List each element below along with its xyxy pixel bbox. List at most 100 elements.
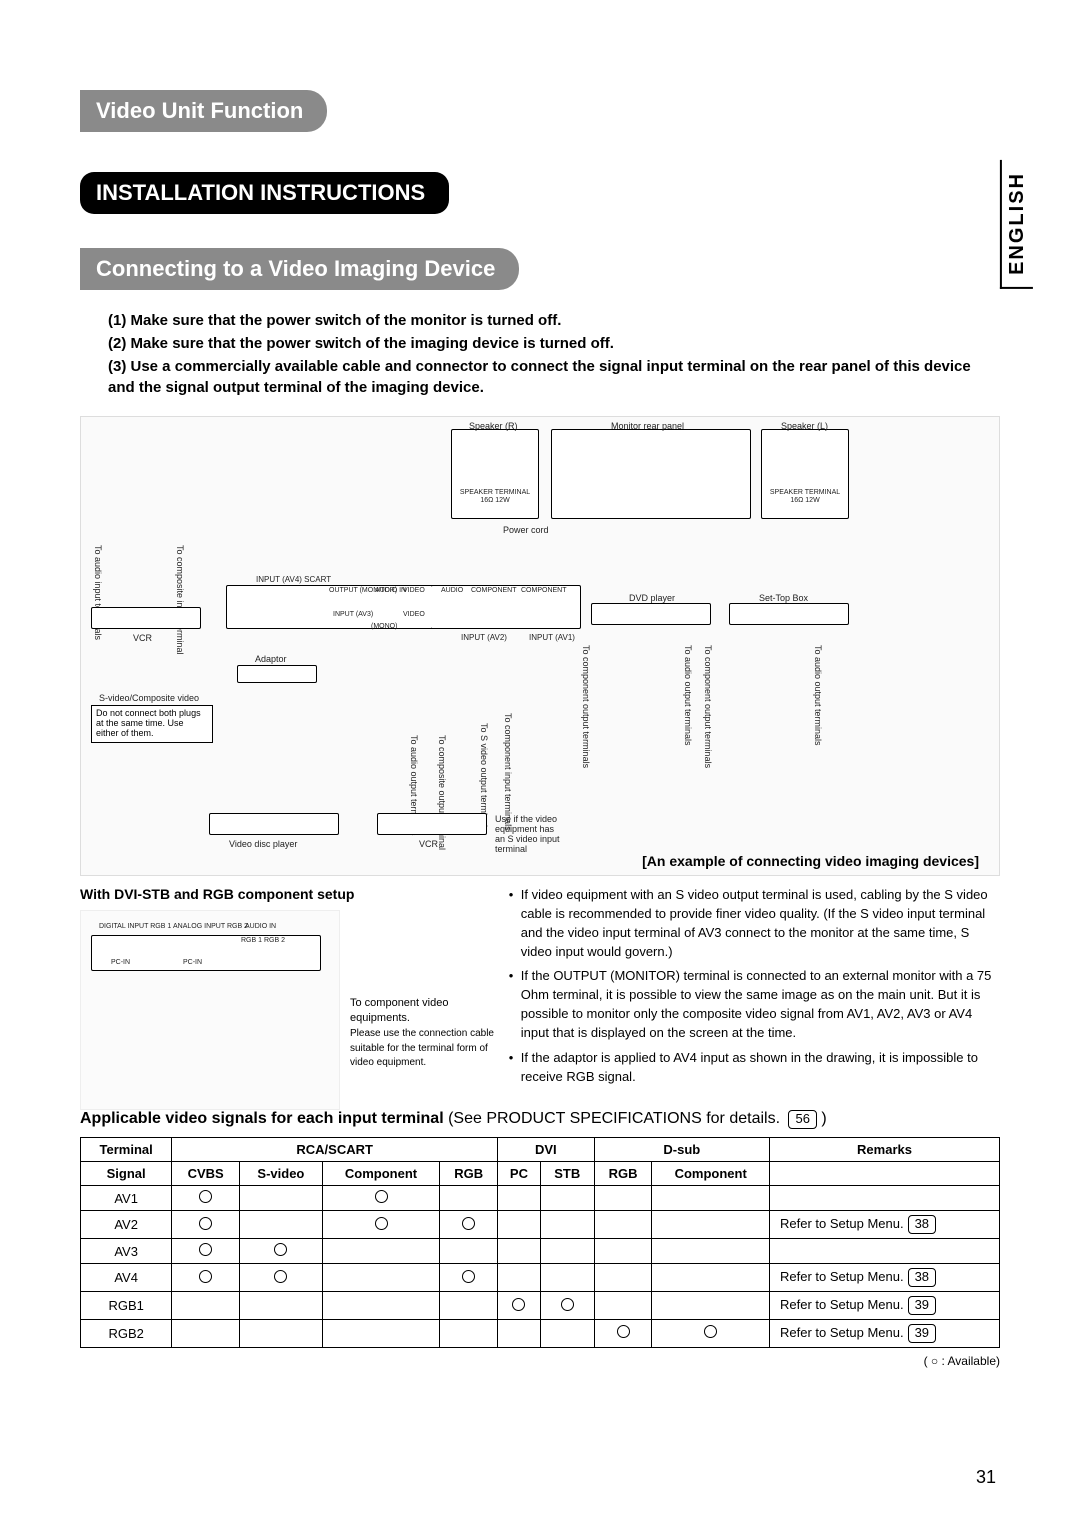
available-icon (462, 1217, 475, 1230)
signal-cell (594, 1292, 652, 1320)
bullet-item: If the adaptor is applied to AV4 input a… (509, 1049, 1000, 1087)
to-component-output-label-1: To component output terminals (581, 645, 591, 768)
page-ref-56: 56 (788, 1110, 816, 1129)
available-icon (199, 1190, 212, 1203)
vcr-left-box (91, 607, 201, 629)
adaptor-box (237, 665, 317, 683)
power-cord-label: Power cord (503, 525, 549, 535)
table-title-rest: (See PRODUCT SPECIFICATIONS for details. (444, 1110, 785, 1127)
signal-cell (652, 1320, 770, 1348)
connecting-pill: Connecting to a Video Imaging Device (80, 248, 519, 290)
small-note: To component video equipments. Please us… (350, 996, 510, 1070)
page-number: 31 (976, 1467, 996, 1488)
signal-cell (322, 1186, 440, 1211)
signal-cell (172, 1186, 240, 1211)
speaker-terminal-l: SPEAKER TERMINAL (763, 489, 847, 496)
signal-cell (498, 1320, 541, 1348)
available-icon (704, 1325, 717, 1338)
signal-cell (540, 1211, 594, 1239)
page-ref: 39 (908, 1296, 936, 1315)
th-stb: STB (540, 1162, 594, 1186)
dvd-player-box (591, 603, 711, 625)
signal-cell (240, 1239, 323, 1264)
signal-cell (652, 1211, 770, 1239)
video-label: VIDEO (403, 587, 425, 594)
table-row: AV1 (81, 1186, 1000, 1211)
rgb1-rgb2-label: RGB 1 RGB 2 (241, 937, 285, 944)
signal-cell (498, 1211, 541, 1239)
speaker-r-label: Speaker (R) (469, 421, 518, 431)
table-title-bold: Applicable video signals for each input … (80, 1110, 444, 1127)
available-icon (199, 1217, 212, 1230)
use-if-svideo-label: Use if the video equipment has an S vide… (495, 815, 565, 855)
example-caption: [An example of connecting video imaging … (642, 853, 979, 869)
signal-cell (440, 1239, 498, 1264)
th-dvi: DVI (498, 1138, 595, 1162)
step-item: (3) Use a commercially available cable a… (108, 356, 1000, 398)
th-signal: Signal (81, 1162, 172, 1186)
signal-cell (440, 1264, 498, 1292)
signal-cell (440, 1211, 498, 1239)
page-ref: 38 (908, 1268, 936, 1287)
bullets-list: If video equipment with an S video outpu… (509, 886, 1000, 1086)
speaker-terminal-r: SPEAKER TERMINAL (453, 489, 537, 496)
do-not-connect-box: Do not connect both plugs at the same ti… (91, 705, 213, 743)
to-audio-output-label-3: To audio output terminals (813, 645, 823, 746)
audio-in-pc-label: AUDIO IN (245, 923, 276, 930)
remark-cell (770, 1239, 1000, 1264)
vcr-bottom-box (377, 813, 487, 835)
th-rgb: RGB (440, 1162, 498, 1186)
signal-cell (498, 1264, 541, 1292)
signal-cell (652, 1186, 770, 1211)
th-component2: Component (652, 1162, 770, 1186)
component-label-2: COMPONENT (521, 587, 567, 594)
signal-cell (240, 1292, 323, 1320)
to-audio-output-label-2: To audio output terminals (683, 645, 693, 746)
installation-pill: INSTALLATION INSTRUCTIONS (80, 172, 449, 214)
signal-cell (240, 1264, 323, 1292)
digital-input-label: DIGITAL INPUT RGB 1 (99, 923, 171, 930)
bullet-item: If the OUTPUT (MONITOR) terminal is conn… (509, 967, 1000, 1042)
speaker-l-label: Speaker (L) (781, 421, 828, 431)
bullet-item: If video equipment with an S video outpu… (509, 886, 1000, 961)
signal-cell (540, 1292, 594, 1320)
table-legend: ( ○ : Available) (80, 1354, 1000, 1368)
signal-cell (540, 1239, 594, 1264)
page-ref: 38 (908, 1215, 936, 1234)
signal-cell (322, 1320, 440, 1348)
table-row: RGB2Refer to Setup Menu.39 (81, 1320, 1000, 1348)
video-label-2: VIDEO (403, 611, 425, 618)
to-component-output-label-2: To component output terminals (703, 645, 713, 768)
signal-cell (652, 1292, 770, 1320)
table-title: Applicable video signals for each input … (80, 1110, 1000, 1129)
adaptor-label: Adaptor (255, 654, 287, 664)
vcr-bottom-label: VCR (419, 839, 438, 849)
table-row: RGB1Refer to Setup Menu.39 (81, 1292, 1000, 1320)
available-icon (462, 1270, 475, 1283)
table-row: AV4Refer to Setup Menu.38 (81, 1264, 1000, 1292)
settop-box (729, 603, 849, 625)
th-rca-scart: RCA/SCART (172, 1138, 498, 1162)
video-disc-box (209, 813, 339, 835)
terminal-cell: RGB2 (81, 1320, 172, 1348)
signal-cell (440, 1186, 498, 1211)
setup-subtitle: With DVI-STB and RGB component setup (80, 886, 485, 902)
table-row: AV2Refer to Setup Menu.38 (81, 1211, 1000, 1239)
to-composite-input-label: To composite input terminal (175, 545, 185, 655)
to-svideo-output-label: To S video output terminal (479, 723, 489, 827)
analog-input-label: ANALOG INPUT RGB 2 (173, 923, 248, 930)
input-av2-label: INPUT (AV2) (461, 633, 507, 642)
remark-cell (770, 1186, 1000, 1211)
signal-cell (540, 1320, 594, 1348)
signal-cell (322, 1264, 440, 1292)
small-note-main: To component video equipments. (350, 997, 448, 1024)
svideo-composite-label: S-video/Composite video (99, 693, 199, 703)
available-icon (199, 1270, 212, 1283)
signal-cell (540, 1264, 594, 1292)
language-tab: ENGLISH (1000, 160, 1033, 289)
table-title-end: ) (817, 1110, 827, 1127)
signal-cell (594, 1186, 652, 1211)
signal-cell (594, 1239, 652, 1264)
available-icon (512, 1298, 525, 1311)
input-av1-label: INPUT (AV1) (529, 633, 575, 642)
